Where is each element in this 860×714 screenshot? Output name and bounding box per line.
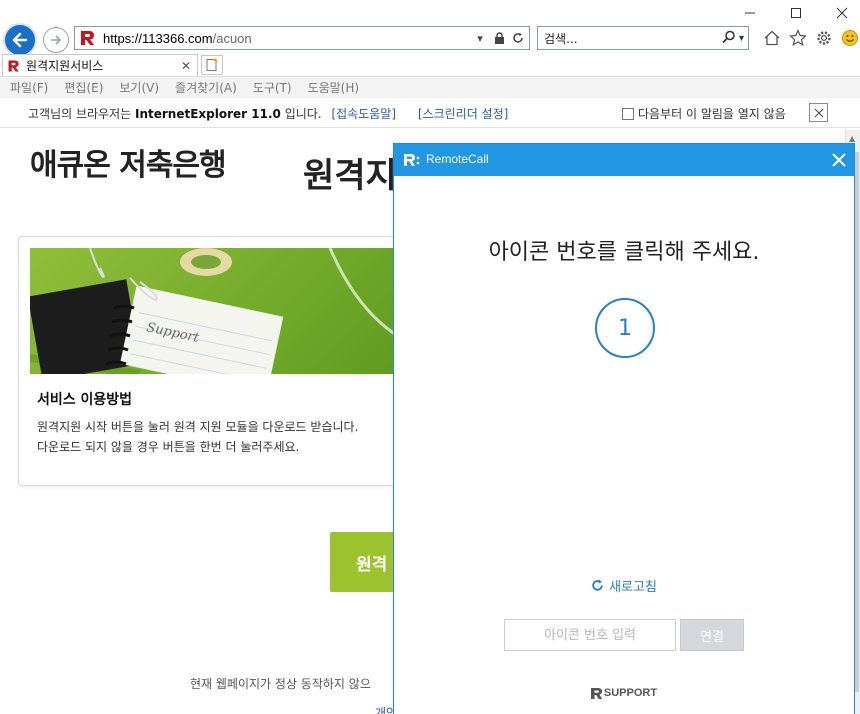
lock-icon[interactable] (491, 30, 507, 46)
search-input[interactable]: 검색... (544, 30, 722, 47)
menu-edit[interactable]: 편집(E) (64, 79, 103, 96)
icon-number-button[interactable]: 1 (595, 298, 655, 358)
maximize-icon (791, 8, 801, 18)
remotecall-logo-icon (404, 154, 420, 166)
refresh-button[interactable]: 새로고침 (394, 576, 854, 595)
dont-show-label: 다음부터 이 알림을 열지 않음 (638, 107, 786, 121)
back-arrow-icon (12, 32, 28, 48)
search-icon[interactable] (722, 30, 736, 47)
remotecall-header: RemoteCall (394, 144, 854, 176)
favorites-button[interactable] (788, 28, 808, 48)
menu-tools[interactable]: 도구(T) (253, 79, 292, 96)
browser-notice-message: 고객님의 브라우저는 InternetExplorer 11.0 입니다. [접… (28, 105, 508, 122)
minimize-button[interactable] (740, 4, 760, 22)
feedback-button[interactable] (840, 28, 860, 48)
back-button[interactable] (3, 23, 37, 57)
menu-file[interactable]: 파일(F) (10, 79, 48, 96)
search-box[interactable]: 검색... ▾ (537, 26, 749, 50)
remotecall-title: RemoteCall (426, 152, 489, 166)
forward-button[interactable] (43, 27, 69, 53)
icon-prompt-text: 아이콘 번호를 클릭해 주세요. (488, 240, 760, 265)
tab-title: 원격지원서비스 (26, 59, 104, 73)
refresh-label: 새로고침 (609, 580, 657, 595)
icon-number-input[interactable] (504, 619, 676, 651)
tab-row: 원격지원서비스 ✕ (0, 54, 860, 76)
url-host: https://113366.com (103, 30, 213, 46)
address-url[interactable]: https://113366.com/acuon (103, 31, 472, 46)
gear-icon (817, 31, 831, 45)
notice-browser-name: InternetExplorer 11.0 (135, 107, 281, 121)
close-icon (836, 7, 848, 19)
toolbar-icons (762, 28, 860, 48)
url-path: /acuon (212, 30, 252, 46)
search-dropdown-icon[interactable]: ▾ (739, 33, 744, 44)
page-heading: 원격지 (303, 156, 397, 196)
notice-prefix: 고객님의 브라우저는 (28, 107, 135, 121)
card-description: 원격지원 시작 버튼을 눌러 원격 지원 모듈을 다운로드 받습니다. 다운로드… (37, 417, 437, 457)
navigation-row: https://113366.com/acuon ▾ 검색... ▾ (0, 22, 860, 57)
address-bar[interactable]: https://113366.com/acuon ▾ (74, 26, 530, 50)
smiley-icon (842, 30, 858, 46)
tab-close-icon[interactable]: ✕ (181, 59, 195, 73)
home-icon (764, 30, 780, 46)
menu-bar: 파일(F) 편집(E) 보기(V) 즐겨찾기(A) 도구(T) 도움말(H) (0, 76, 860, 98)
star-icon (789, 29, 807, 47)
site-favicon-icon (81, 31, 94, 45)
bank-logo-text: 애큐온 저축은행 (30, 148, 227, 183)
menu-view[interactable]: 보기(V) (119, 79, 159, 96)
close-icon (814, 108, 823, 117)
card-title: 서비스 이용방법 (37, 392, 133, 408)
refresh-icon[interactable] (510, 30, 526, 46)
notice-suffix: 입니다. (280, 107, 322, 121)
browser-chrome: https://113366.com/acuon ▾ 검색... ▾ 원격지원서… (0, 0, 860, 130)
browser-notice-bar: 고객님의 브라우저는 InternetExplorer 11.0 입니다. [접… (0, 98, 860, 128)
card-desc-line-2: 다운로드 되지 않을 경우 버튼을 한번 더 눌러주세요. (37, 440, 300, 454)
menu-help[interactable]: 도움말(H) (308, 79, 360, 96)
dont-show-again[interactable]: 다음부터 이 알림을 열지 않음 (622, 105, 786, 122)
new-tab-button[interactable] (201, 55, 223, 75)
dropdown-arrow-icon[interactable]: ▾ (472, 30, 488, 46)
notice-close-button[interactable] (809, 103, 828, 122)
minimize-icon (745, 12, 755, 14)
card-desc-line-1: 원격지원 시작 버튼을 눌러 원격 지원 모듈을 다운로드 받습니다. (37, 420, 359, 434)
support-illustration: Support (30, 248, 410, 374)
tools-button[interactable] (814, 28, 834, 48)
new-tab-icon (206, 58, 218, 71)
tab-remote-support[interactable]: 원격지원서비스 ✕ (2, 54, 198, 76)
remotecall-panel: RemoteCall 아이콘 번호를 클릭해 주세요. 1 새로고침 연결 SU… (393, 143, 855, 714)
menu-favorites[interactable]: 즐겨찾기(A) (175, 79, 237, 96)
close-icon (832, 153, 846, 167)
connect-button[interactable]: 연결 (680, 619, 744, 651)
service-guide-card: Support 서비스 이용방법 원격지원 시작 버튼을 눌러 원격 지원 모듈… (18, 236, 458, 486)
screen-reader-settings-link[interactable]: [스크린리더 설정] (418, 107, 508, 121)
maximize-button[interactable] (786, 4, 806, 22)
rsupport-brand-text: SUPPORT (603, 687, 658, 699)
refresh-icon (592, 579, 603, 591)
connection-help-link[interactable]: [접속도움말] (331, 107, 396, 121)
window-controls (740, 4, 852, 22)
forward-arrow-icon (51, 35, 62, 45)
close-window-button[interactable] (832, 4, 852, 22)
rsupport-logo-icon (590, 687, 602, 699)
page-notice-text: 현재 웹페이지가 정상 동작하지 않으 (190, 677, 371, 691)
dont-show-checkbox[interactable] (622, 107, 634, 120)
tab-favicon-icon (8, 60, 19, 71)
remotecall-close-button[interactable] (830, 151, 848, 169)
rsupport-logo: SUPPORT (394, 687, 854, 699)
home-button[interactable] (762, 28, 782, 48)
scroll-up-arrow-icon[interactable]: ▲ (849, 134, 855, 143)
